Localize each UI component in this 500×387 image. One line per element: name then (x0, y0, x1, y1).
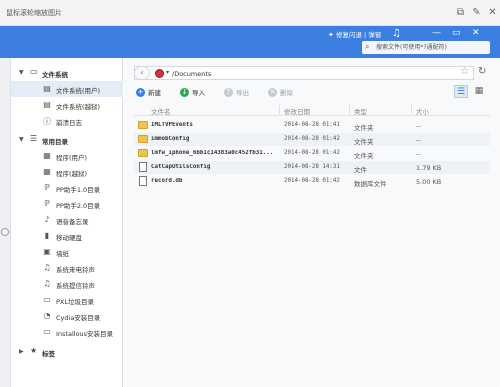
link-separator: | (364, 31, 367, 39)
sidebar-item-mobile-disk[interactable]: ▮ 移动硬盘 (11, 228, 123, 244)
popup-link[interactable]: 弹窗 (368, 31, 381, 39)
sidebar-item-pp1[interactable]: ℙ PP助手1.0目录 (11, 180, 123, 196)
minimize-icon[interactable]: — (432, 28, 441, 38)
sidebar-item-pxl-trash[interactable]: ▭ PXL垃圾目录 (11, 292, 123, 308)
star-icon: ★ (30, 346, 38, 355)
sidebar-item-installous[interactable]: ▭ Installous安装目录 (11, 324, 123, 340)
list-view-icon[interactable]: ☰ (454, 85, 468, 98)
file-row[interactable]: CatCapUtilsConfig 2014-08-28 14:31 文件 1.… (134, 161, 490, 174)
list-icon: ☰ (30, 134, 38, 143)
maximize-icon[interactable]: ▭ (452, 28, 461, 38)
info-icon: ⓘ (43, 117, 51, 126)
monitor-icon: ▭ (30, 67, 38, 76)
music-icon[interactable]: ♫ (392, 28, 401, 39)
document-icon: ▤ (43, 84, 51, 93)
back-icon[interactable]: ‹ (134, 66, 150, 80)
col-time[interactable]: 修改日期 (284, 106, 310, 116)
window-close-icon[interactable]: ✕ (472, 28, 480, 38)
refresh-icon[interactable]: ↻ (478, 66, 486, 77)
bell-icon: ♫ (43, 263, 51, 272)
section-file-system[interactable]: ▼ ▭ 文件系统 (11, 66, 123, 80)
file-list-header: 文件名 修改日期 类型 大小 (134, 104, 490, 116)
file-icon (139, 162, 147, 172)
sidebar-item-pp2[interactable]: ℙ PP助手2.0目录 (11, 196, 123, 212)
file-row[interactable]: record.db 2014-08-28 01:42 数据库文件 5.00 KB (134, 175, 490, 188)
new-button[interactable]: + 新建 (136, 87, 161, 97)
file-toolbar: + 新建 ↓ 导入 ↑ 导出 ✕ 删除 (124, 85, 500, 101)
left-strip (0, 58, 11, 387)
pp-icon: ℙ (44, 183, 50, 192)
folder-icon (138, 121, 148, 129)
sidebar-item-crash-log[interactable]: ⓘ 崩溃日志 (11, 113, 123, 129)
pp-icon: ℙ (44, 199, 50, 208)
cydia-icon: ◔ (43, 311, 51, 320)
file-icon (139, 176, 147, 186)
mic-icon: ♪ (44, 215, 50, 224)
export-button[interactable]: ↑ 导出 (224, 87, 249, 97)
search-icon: ⌕ (365, 42, 370, 51)
dropdown-arrow-icon[interactable]: ▾ (166, 69, 169, 76)
box-icon: ▭ (43, 327, 51, 336)
import-button[interactable]: ↓ 导入 (180, 87, 205, 97)
external-link-icon[interactable]: ⧉ (454, 6, 467, 19)
delete-icon: ✕ (268, 87, 277, 97)
folder-icon (138, 135, 148, 143)
collapse-handle[interactable] (1, 228, 9, 236)
grid-icon: ▦ (43, 151, 51, 160)
app-header: ✦ 修复闪退 | 弹窗 ♫ — ▭ ✕ ⌕ (0, 26, 500, 58)
title-bar: 鼠标滚轮缩放图片 ⧉ ✎ ✕ (0, 0, 500, 26)
file-row[interactable]: immobConfig 2014-08-28 01:42 文件夹 -- (134, 133, 490, 146)
chevron-down-icon: ▼ (19, 136, 24, 143)
sidebar-item-apps-jailbreak[interactable]: ▦ 程序(越狱) (11, 164, 123, 180)
chevron-down-icon: ▼ (19, 69, 24, 76)
sidebar-item-apps-user[interactable]: ▦ 程序(用户) (11, 148, 123, 164)
col-type[interactable]: 类型 (354, 106, 367, 116)
favorite-star-icon[interactable]: ☆ (460, 66, 469, 77)
plus-icon: + (136, 87, 145, 97)
sidebar-item-wallpaper[interactable]: ▣ 墙纸 (11, 244, 123, 260)
repair-crash-link[interactable]: 修复闪退 (336, 31, 362, 39)
col-divider (349, 105, 350, 114)
app-icon (155, 69, 164, 78)
box-icon: ▭ (43, 295, 51, 304)
address-path: /Documents (172, 70, 212, 78)
folder-icon (138, 149, 148, 157)
section-common-dirs[interactable]: ▼ ☰ 常用目录 (11, 133, 123, 147)
import-icon: ↓ (180, 87, 189, 97)
header-links: ✦ 修复闪退 | 弹窗 (328, 29, 381, 39)
address-bar[interactable]: ‹ ▾ /Documents (134, 66, 474, 80)
export-icon: ↑ (224, 87, 233, 97)
sidebar-item-alert-tones[interactable]: ♫ 系统提信铃声 (11, 276, 123, 292)
col-divider (411, 105, 412, 114)
file-row[interactable]: IMLTVPEvents 2014-08-28 01:41 文件夹 -- (134, 119, 490, 132)
search-input[interactable] (376, 43, 486, 52)
sidebar-item-voice-memos[interactable]: ♪ 语音备忘录 (11, 212, 123, 228)
chevron-right-icon: ▶ (19, 348, 24, 355)
wrench-icon: ✦ (328, 31, 334, 39)
sidebar-item-jailbreak-fs[interactable]: ▤ 文件系统(越狱) (11, 97, 123, 113)
col-name[interactable]: 文件名 (151, 106, 171, 116)
delete-button[interactable]: ✕ 删除 (268, 87, 293, 97)
close-icon[interactable]: ✕ (486, 6, 499, 19)
col-divider (279, 105, 280, 114)
sidebar: ▼ ▭ 文件系统 ▤ 文件系统(用户) ▤ 文件系统(越狱) ⓘ 崩溃日志 ▼ … (11, 58, 123, 387)
bell-icon: ♫ (43, 279, 51, 288)
file-row[interactable]: lmfw_iphone_6bb1c14383a0c452fb31... 2014… (134, 147, 490, 160)
document-icon: ▤ (43, 100, 51, 109)
sidebar-item-ringtones[interactable]: ♫ 系统来电铃声 (11, 260, 123, 276)
grid-view-icon[interactable]: ▦ (472, 85, 486, 98)
edit-icon[interactable]: ✎ (470, 6, 483, 19)
main-panel: ‹ ▾ /Documents ☆ ↻ + 新建 ↓ 导入 ↑ 导出 ✕ 删除 ☰ ▦ 文… (124, 58, 500, 387)
page-title: 鼠标滚轮缩放图片 (6, 9, 62, 17)
image-icon: ▣ (43, 247, 51, 256)
section-tags[interactable]: ▶ ★ 标签 (11, 345, 123, 359)
search-box[interactable]: ⌕ (362, 41, 490, 54)
sidebar-item-user-fs[interactable]: ▤ 文件系统(用户) (11, 81, 123, 97)
grid-icon: ▦ (43, 167, 51, 176)
col-size[interactable]: 大小 (416, 106, 429, 116)
disk-icon: ▮ (44, 231, 50, 240)
sidebar-item-cydia[interactable]: ◔ Cydia安装目录 (11, 308, 123, 324)
